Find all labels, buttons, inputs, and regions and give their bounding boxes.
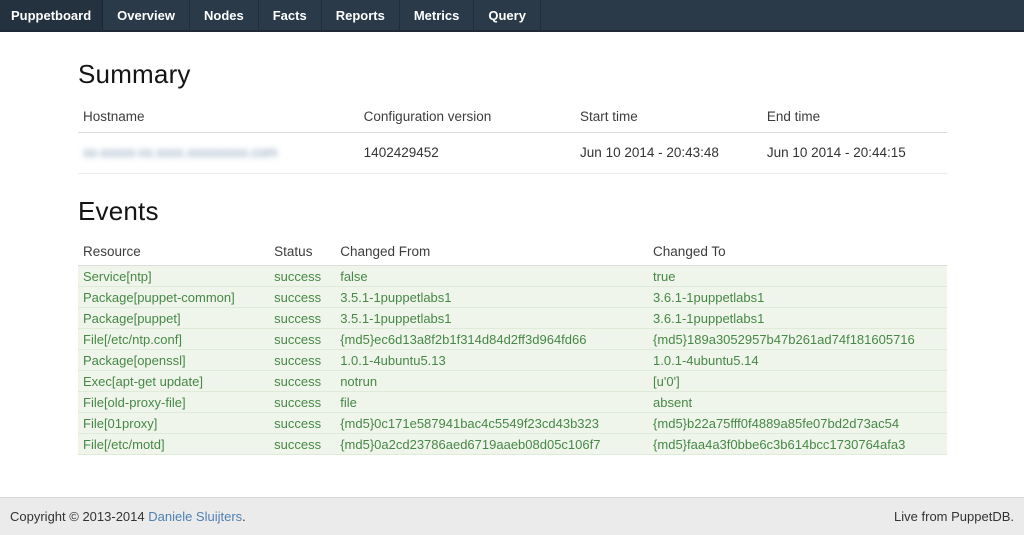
events-header-changed-from: Changed From: [335, 237, 648, 266]
summary-header-row: Hostname Configuration version Start tim…: [78, 100, 947, 133]
summary-header-config-version: Configuration version: [359, 100, 575, 133]
nav-item-metrics[interactable]: Metrics: [400, 0, 475, 30]
table-row: File[/etc/motd] success {md5}0a2cd23786a…: [78, 434, 947, 455]
event-resource: Package[puppet]: [78, 308, 269, 329]
events-header-changed-to: Changed To: [648, 237, 947, 266]
nav-item-nodes[interactable]: Nodes: [190, 0, 259, 30]
hostname-link-redacted[interactable]: xx-xxxxx-xx.xxxx.xxxxxxxxx.com: [83, 145, 277, 160]
table-row: File[old-proxy-file] success file absent: [78, 392, 947, 413]
event-resource: File[/etc/motd]: [78, 434, 269, 455]
author-link[interactable]: Daniele Sluijters: [148, 509, 242, 524]
summary-table: Hostname Configuration version Start tim…: [78, 100, 947, 174]
event-changed-from: false: [335, 266, 648, 287]
event-resource: File[/etc/ntp.conf]: [78, 329, 269, 350]
event-status: success: [269, 266, 335, 287]
summary-header-hostname: Hostname: [78, 100, 359, 133]
event-changed-to: 1.0.1-4ubuntu5.14: [648, 350, 947, 371]
event-resource: Package[puppet-common]: [78, 287, 269, 308]
events-table: Resource Status Changed From Changed To …: [78, 237, 947, 455]
event-changed-from: file: [335, 392, 648, 413]
table-row: Package[puppet] success 3.5.1-1puppetlab…: [78, 308, 947, 329]
event-changed-from: {md5}ec6d13a8f2b1f314d84d2ff3d964fd66: [335, 329, 648, 350]
summary-header-end-time: End time: [762, 100, 947, 133]
events-section-title: Events: [78, 196, 947, 227]
table-row: Service[ntp] success false true: [78, 266, 947, 287]
event-changed-from: 3.5.1-1puppetlabs1: [335, 308, 648, 329]
table-row: Package[puppet-common] success 3.5.1-1pu…: [78, 287, 947, 308]
events-header-row: Resource Status Changed From Changed To: [78, 237, 947, 266]
event-changed-from: 3.5.1-1puppetlabs1: [335, 287, 648, 308]
event-status: success: [269, 413, 335, 434]
main-content: Summary Hostname Configuration version S…: [0, 32, 1024, 497]
nav-item-query[interactable]: Query: [474, 0, 541, 30]
event-changed-to: true: [648, 266, 947, 287]
start-time-value: Jun 10 2014 - 20:43:48: [575, 133, 762, 174]
event-changed-to: {md5}189a3052957b47b261ad74f181605716: [648, 329, 947, 350]
event-changed-to: 3.6.1-1puppetlabs1: [648, 308, 947, 329]
event-resource: File[old-proxy-file]: [78, 392, 269, 413]
puppetdb-status-text: Live from PuppetDB.: [894, 509, 1014, 524]
event-resource: Package[openssl]: [78, 350, 269, 371]
copyright-suffix: .: [242, 509, 246, 524]
events-header-resource: Resource: [78, 237, 269, 266]
navbar-brand-puppetboard[interactable]: Puppetboard: [0, 0, 103, 30]
event-changed-to: [u'0']: [648, 371, 947, 392]
event-status: success: [269, 350, 335, 371]
table-row: File[/etc/ntp.conf] success {md5}ec6d13a…: [78, 329, 947, 350]
event-status: success: [269, 329, 335, 350]
table-row: File[01proxy] success {md5}0c171e587941b…: [78, 413, 947, 434]
event-changed-from: 1.0.1-4ubuntu5.13: [335, 350, 648, 371]
event-changed-to: {md5}faa4a3f0bbe6c3b614bcc1730764afa3: [648, 434, 947, 455]
event-changed-from: {md5}0c171e587941bac4c5549f23cd43b323: [335, 413, 648, 434]
event-resource: File[01proxy]: [78, 413, 269, 434]
event-status: success: [269, 287, 335, 308]
event-status: success: [269, 434, 335, 455]
top-navbar: Puppetboard Overview Nodes Facts Reports…: [0, 0, 1024, 32]
copyright-prefix: Copyright © 2013-2014: [10, 509, 148, 524]
config-version-value: 1402429452: [359, 133, 575, 174]
event-changed-to: {md5}b22a75fff0f4889a85fe07bd2d73ac54: [648, 413, 947, 434]
event-status: success: [269, 392, 335, 413]
nav-item-reports[interactable]: Reports: [322, 0, 400, 30]
summary-data-row: xx-xxxxx-xx.xxxx.xxxxxxxxx.com 140242945…: [78, 133, 947, 174]
summary-header-start-time: Start time: [575, 100, 762, 133]
event-changed-to: absent: [648, 392, 947, 413]
end-time-value: Jun 10 2014 - 20:44:15: [762, 133, 947, 174]
event-changed-from: {md5}0a2cd23786aed6719aaeb08d05c106f7: [335, 434, 648, 455]
nav-item-facts[interactable]: Facts: [259, 0, 322, 30]
events-header-status: Status: [269, 237, 335, 266]
table-row: Package[openssl] success 1.0.1-4ubuntu5.…: [78, 350, 947, 371]
event-resource: Exec[apt-get update]: [78, 371, 269, 392]
page-footer: Copyright © 2013-2014 Daniele Sluijters.…: [0, 497, 1024, 535]
nav-item-overview[interactable]: Overview: [103, 0, 190, 30]
table-row: Exec[apt-get update] success notrun [u'0…: [78, 371, 947, 392]
event-status: success: [269, 371, 335, 392]
copyright-text: Copyright © 2013-2014 Daniele Sluijters.: [10, 509, 246, 524]
event-resource: Service[ntp]: [78, 266, 269, 287]
event-changed-to: 3.6.1-1puppetlabs1: [648, 287, 947, 308]
event-status: success: [269, 308, 335, 329]
summary-section-title: Summary: [78, 59, 947, 90]
event-changed-from: notrun: [335, 371, 648, 392]
